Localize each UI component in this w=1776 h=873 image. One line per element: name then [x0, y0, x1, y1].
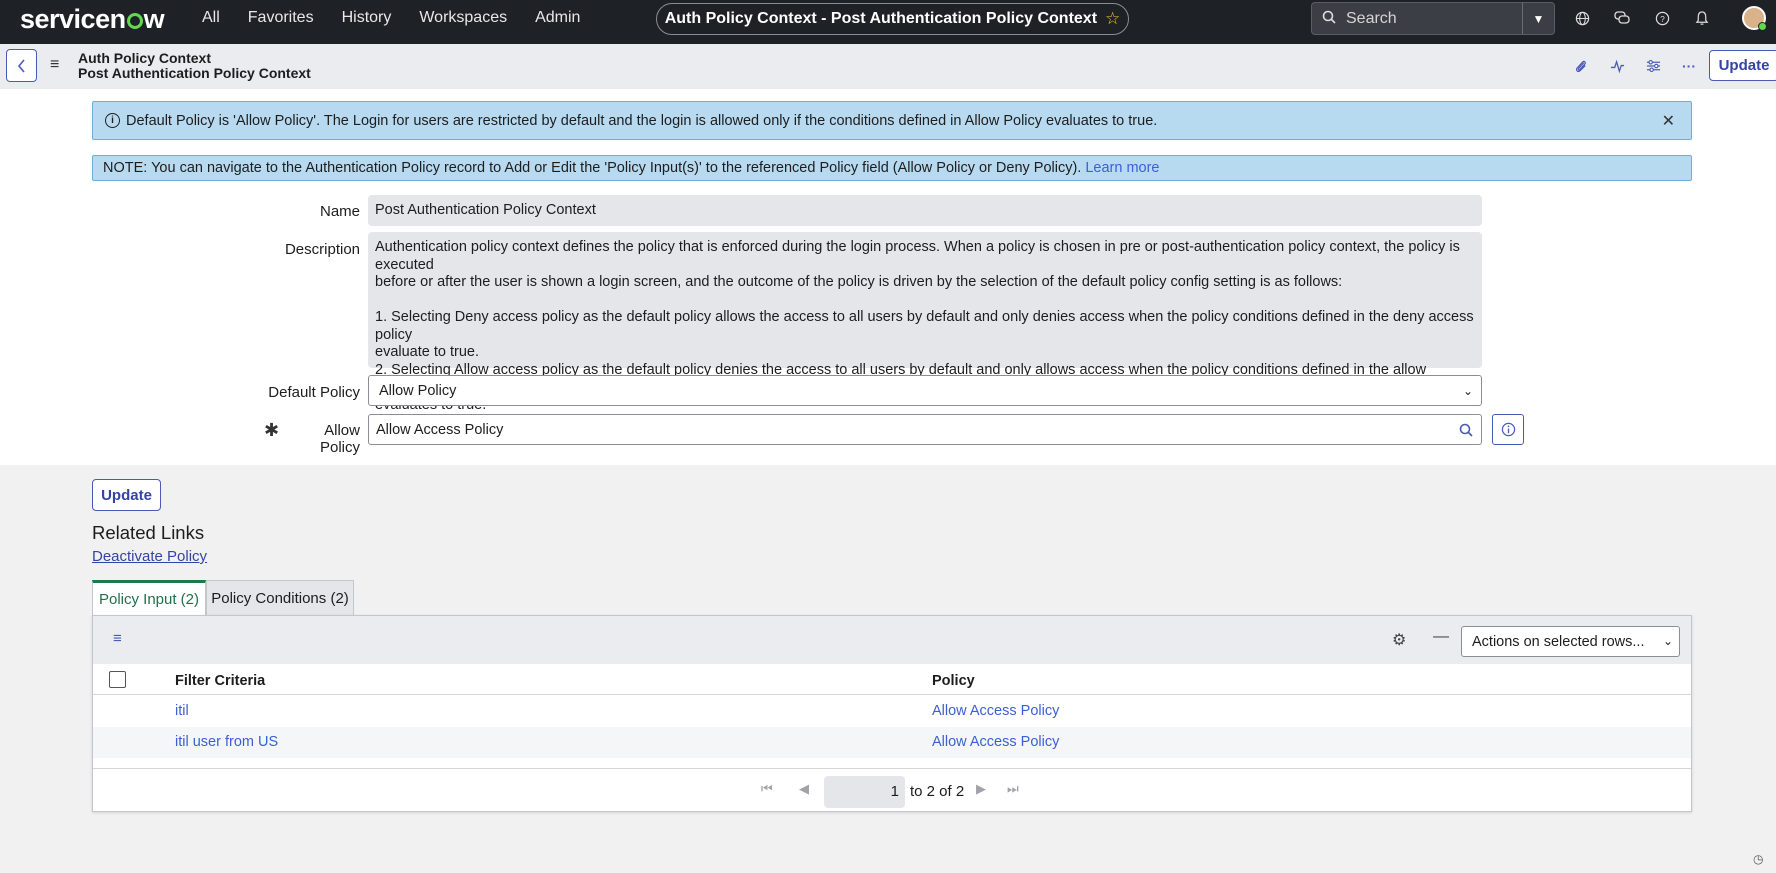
header-actions: ··· — [1571, 56, 1699, 76]
servicenow-logo[interactable]: servicen w — [20, 4, 165, 35]
form-menu-icon[interactable]: ≡ — [50, 56, 59, 74]
reference-lookup-button[interactable] — [1450, 414, 1482, 445]
search-input[interactable]: Search — [1346, 10, 1522, 28]
description-line: 1. Selecting Deny access policy as the d… — [375, 309, 1474, 343]
related-links-heading: Related Links — [92, 522, 205, 543]
related-list: ≡ ⚙ — Actions on selected rows... ⌄ Filt… — [92, 615, 1692, 812]
table-row: itil user from US Allow Access Policy — [93, 727, 1691, 758]
default-policy-value: Allow Policy — [379, 382, 457, 399]
update-button-header[interactable]: Update — [1709, 50, 1776, 81]
note-banner: NOTE: You can navigate to the Authentica… — [92, 155, 1692, 181]
global-search[interactable]: Search ▼ — [1311, 2, 1555, 35]
user-avatar[interactable] — [1742, 6, 1767, 31]
search-icon — [1459, 423, 1473, 437]
nav-favorites[interactable]: Favorites — [248, 9, 314, 27]
list-toolbar: ≡ ⚙ — Actions on selected rows... ⌄ — [93, 616, 1691, 664]
name-label: Name — [319, 203, 360, 220]
more-options-icon[interactable]: ··· — [1679, 56, 1699, 76]
description-line: Authentication policy context defines th… — [375, 239, 1460, 273]
nav-admin[interactable]: Admin — [535, 9, 580, 27]
nav-icons: ? — [1572, 8, 1712, 28]
back-button[interactable] — [6, 49, 37, 82]
default-policy-label: Default Policy — [268, 384, 360, 401]
bell-icon[interactable] — [1692, 8, 1712, 28]
list-menu-icon[interactable]: ≡ — [113, 630, 122, 647]
row-policy-link[interactable]: Allow Access Policy — [932, 703, 1059, 719]
timer-icon[interactable]: ◷ — [1753, 852, 1763, 866]
row-policy-link[interactable]: Allow Access Policy — [932, 734, 1059, 750]
paperclip-icon[interactable] — [1571, 56, 1591, 76]
default-policy-select[interactable]: Allow Policy ⌄ — [368, 375, 1482, 406]
update-button[interactable]: Update — [92, 479, 161, 511]
description-line — [375, 292, 1475, 310]
close-icon[interactable]: ✕ — [1662, 111, 1675, 131]
svg-text:?: ? — [1660, 13, 1665, 23]
activity-icon[interactable] — [1607, 56, 1627, 76]
column-policy[interactable]: Policy — [932, 673, 975, 689]
search-dropdown-icon[interactable]: ▼ — [1522, 3, 1554, 34]
note-banner-text: NOTE: You can navigate to the Authentica… — [103, 160, 1082, 176]
chevron-down-icon: ⌄ — [1662, 634, 1673, 648]
settings-sliders-icon[interactable] — [1643, 56, 1663, 76]
search-icon — [1312, 10, 1346, 27]
page-range-text: to 2 of 2 — [910, 783, 965, 800]
description-line: before or after the user is shown a logi… — [375, 274, 1343, 290]
pagination: ⏮ ◀ 1 to 2 of 2 ▶ ⏭ — [93, 768, 1691, 812]
nav-all[interactable]: All — [202, 9, 220, 27]
reference-info-button[interactable] — [1492, 414, 1524, 445]
allow-policy-field[interactable]: Allow Access Policy — [368, 414, 1451, 445]
table-name: Auth Policy Context — [78, 50, 212, 66]
last-page-icon[interactable]: ⏭ — [1007, 781, 1019, 797]
previous-page-icon[interactable]: ◀ — [799, 781, 809, 797]
help-icon[interactable]: ? — [1652, 8, 1672, 28]
select-all-checkbox[interactable] — [109, 671, 126, 688]
nav-history[interactable]: History — [342, 9, 392, 27]
info-banner-text: Default Policy is 'Allow Policy'. The Lo… — [126, 112, 1158, 129]
description-line: evaluate to true. — [375, 344, 479, 360]
learn-more-link[interactable]: Learn more — [1085, 160, 1159, 176]
star-icon[interactable]: ☆ — [1105, 9, 1120, 29]
top-navigation: servicen w All Favorites History Workspac… — [0, 0, 1776, 44]
table-row: itil Allow Access Policy — [93, 696, 1691, 727]
collapse-icon[interactable]: — — [1433, 628, 1449, 646]
deactivate-policy-link[interactable]: Deactivate Policy — [92, 548, 207, 565]
gear-icon[interactable]: ⚙ — [1392, 630, 1406, 650]
context-title: Auth Policy Context - Post Authenticatio… — [664, 10, 1098, 27]
allow-policy-label: Allow Policy — [319, 422, 360, 456]
form-body: i Default Policy is 'Allow Policy'. The … — [0, 89, 1776, 465]
list-header: Filter Criteria Policy — [93, 664, 1691, 695]
actions-select-value: Actions on selected rows... — [1472, 633, 1645, 650]
chevron-left-icon — [17, 58, 25, 73]
context-title-pill[interactable]: Auth Policy Context - Post Authenticatio… — [656, 3, 1129, 35]
page-title: Auth Policy Context Post Authentication … — [78, 51, 311, 81]
tab-policy-conditions[interactable]: Policy Conditions (2) — [206, 580, 354, 615]
description-field[interactable]: Authentication policy context defines th… — [368, 232, 1482, 413]
page-number-input[interactable]: 1 — [824, 776, 905, 808]
column-filter-criteria[interactable]: Filter Criteria — [175, 673, 265, 689]
presence-dot — [1758, 22, 1767, 31]
next-page-icon[interactable]: ▶ — [976, 781, 986, 797]
tab-policy-input[interactable]: Policy Input (2) — [92, 580, 206, 615]
description-label: Description — [284, 241, 360, 258]
name-field[interactable]: Post Authentication Policy Context — [368, 195, 1482, 226]
mandatory-icon: ✱ — [264, 420, 280, 440]
actions-select[interactable]: Actions on selected rows... ⌄ — [1461, 626, 1680, 657]
info-icon: i — [105, 113, 120, 128]
allow-policy-value: Allow Access Policy — [376, 421, 504, 438]
first-page-icon[interactable]: ⏮ — [761, 781, 773, 797]
row-filter-link[interactable]: itil — [175, 703, 189, 719]
globe-icon[interactable] — [1572, 8, 1592, 28]
record-name: Post Authentication Policy Context — [78, 65, 311, 81]
info-banner: i Default Policy is 'Allow Policy'. The … — [92, 101, 1692, 140]
row-filter-link[interactable]: itil user from US — [175, 734, 278, 750]
info-icon — [1501, 422, 1515, 437]
chevron-down-icon: ⌄ — [1462, 384, 1473, 398]
nav-menu: All Favorites History Workspaces Admin — [202, 0, 580, 36]
form-header: ≡ Auth Policy Context Post Authenticatio… — [0, 44, 1776, 89]
chat-icon[interactable] — [1612, 8, 1632, 28]
nav-workspaces[interactable]: Workspaces — [419, 9, 507, 27]
